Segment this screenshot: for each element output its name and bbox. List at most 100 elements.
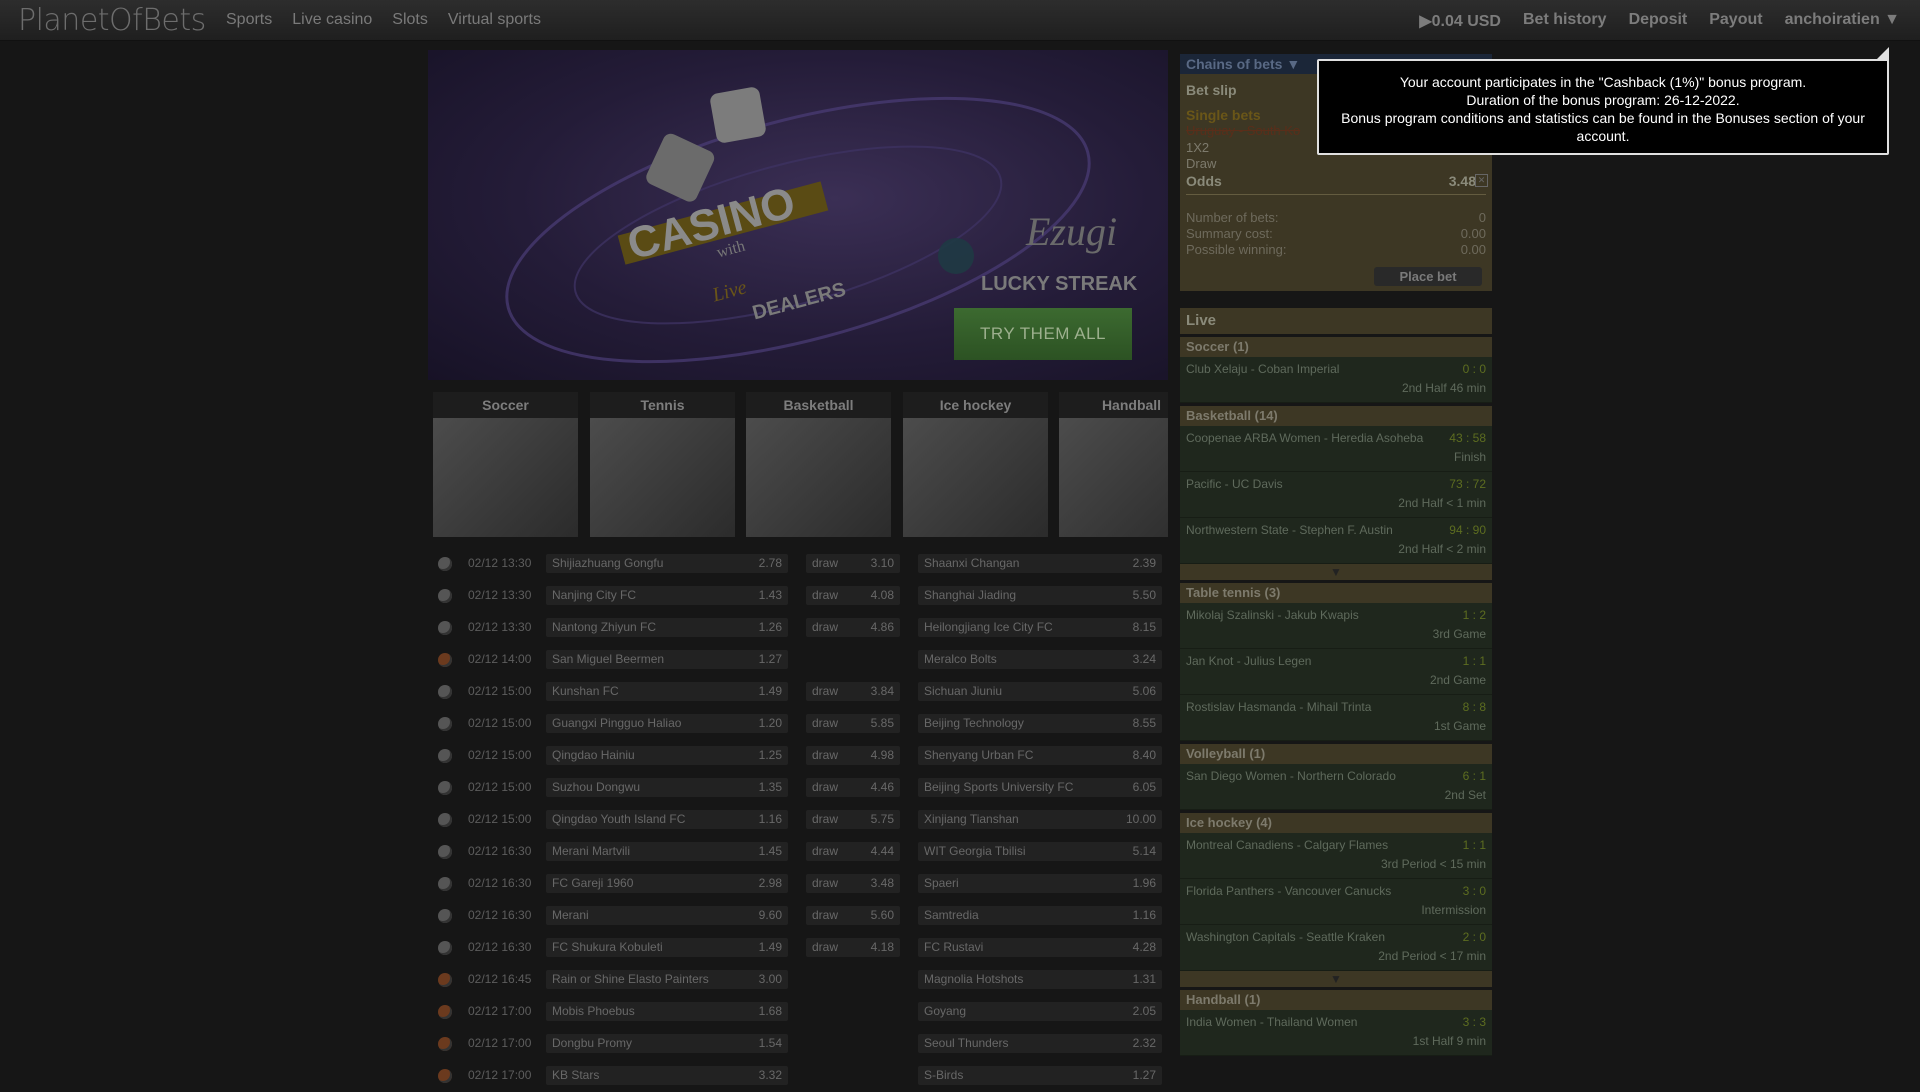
balance[interactable]: ▶0.04 USD <box>1419 11 1501 31</box>
tile-handball[interactable]: Handball <box>1059 392 1168 537</box>
match-time: 02/12 13:30 <box>468 588 532 602</box>
home-odds-button[interactable]: Mobis Phoebus 1.68 <box>546 1002 788 1021</box>
deposit-link[interactable]: Deposit <box>1629 11 1688 31</box>
home-odds-button[interactable]: Merani 9.60 <box>546 906 788 925</box>
brand-luckystreak: LUCKY STREAK <box>981 273 1138 295</box>
home-odds-button[interactable]: FC Shukura Kobuleti 1.49 <box>546 938 788 957</box>
live-category[interactable]: Ice hockey (4) <box>1180 813 1492 833</box>
live-match[interactable]: Jan Knot - Julius Legen 1 : 1 2nd Game <box>1180 649 1492 695</box>
draw-odds-button[interactable]: draw 3.84 <box>806 682 900 701</box>
away-odds-button[interactable]: FC Rustavi 4.28 <box>918 938 1162 957</box>
away-odds-button[interactable]: Sichuan Jiuniu 5.06 <box>918 682 1162 701</box>
away-odds-button[interactable]: Samtredia 1.16 <box>918 906 1162 925</box>
away-odds-button[interactable]: Seoul Thunders 2.32 <box>918 1034 1162 1053</box>
possible-winning-label: Possible winning: <box>1186 242 1287 257</box>
place-bet-button[interactable]: Place bet <box>1374 267 1482 286</box>
live-category[interactable]: Basketball (14) <box>1180 406 1492 426</box>
away-team: Shenyang Urban FC <box>924 748 1034 762</box>
home-odds-button[interactable]: KB Stars 3.32 <box>546 1066 788 1085</box>
draw-odds-button[interactable]: draw 4.08 <box>806 586 900 605</box>
live-match[interactable]: Club Xelaju - Coban Imperial 0 : 0 2nd Hal… <box>1180 357 1492 403</box>
match-time: 02/12 15:00 <box>468 716 532 730</box>
home-odds-button[interactable]: Rain or Shine Elasto Painters 3.00 <box>546 970 788 989</box>
home-odds-button[interactable]: Suzhou Dongwu 1.35 <box>546 778 788 797</box>
live-category[interactable]: Volleyball (1) <box>1180 744 1492 764</box>
live-match[interactable]: Rostislav Hasmanda - Mihail Trinta 8 : 8 1… <box>1180 695 1492 741</box>
live-category[interactable]: Handball (1) <box>1180 990 1492 1010</box>
soccer-ball-icon <box>438 557 452 571</box>
draw-odds-button[interactable]: draw 3.48 <box>806 874 900 893</box>
nav-sports[interactable]: Sports <box>226 11 272 29</box>
draw-odds-button[interactable]: draw 4.86 <box>806 618 900 637</box>
away-odds-button[interactable]: Meralco Bolts 3.24 <box>918 650 1162 669</box>
away-odds-button[interactable]: Shaanxi Changan 2.39 <box>918 554 1162 573</box>
live-match[interactable]: Washington Capitals - Seattle Kraken 2 : … <box>1180 925 1492 971</box>
home-odds-button[interactable]: Dongbu Promy 1.54 <box>546 1034 788 1053</box>
live-match[interactable]: India Women - Thailand Women 3 : 3 1st Hal… <box>1180 1010 1492 1056</box>
away-odds-button[interactable]: Xinjiang Tianshan 10.00 <box>918 810 1162 829</box>
live-match[interactable]: Coopenae ARBA Women - Heredia Asoheba 43 … <box>1180 426 1492 472</box>
draw-odds-button[interactable]: draw 3.10 <box>806 554 900 573</box>
tile-ice-hockey[interactable]: Ice hockey <box>903 392 1048 537</box>
close-icon[interactable]: ✕ <box>1475 174 1488 187</box>
home-odds-button[interactable]: Merani Martvili 1.45 <box>546 842 788 861</box>
away-odds-button[interactable]: Shanghai Jiading 5.50 <box>918 586 1162 605</box>
live-category[interactable]: Table tennis (3) <box>1180 583 1492 603</box>
live-category[interactable]: Soccer (1) <box>1180 337 1492 357</box>
away-odds-button[interactable]: WIT Georgia Tbilisi 5.14 <box>918 842 1162 861</box>
away-odds-button[interactable]: Beijing Technology 8.55 <box>918 714 1162 733</box>
home-odds-button[interactable]: San Miguel Beermen 1.27 <box>546 650 788 669</box>
live-title[interactable]: Live <box>1180 308 1492 334</box>
live-match[interactable]: Florida Panthers - Vancouver Canucks 3 : … <box>1180 879 1492 925</box>
casino-banner[interactable]: CASINO with Live DEALERS Ezugi LUCKY STR… <box>428 50 1168 380</box>
away-odds: 5.14 <box>1132 844 1156 858</box>
away-odds-button[interactable]: Shenyang Urban FC 8.40 <box>918 746 1162 765</box>
draw-odds-button[interactable]: draw 5.60 <box>806 906 900 925</box>
nav-live-casino[interactable]: Live casino <box>292 11 372 29</box>
home-odds-button[interactable]: Nanjing City FC 1.43 <box>546 586 788 605</box>
draw-odds-button[interactable]: draw 4.98 <box>806 746 900 765</box>
try-them-all-button[interactable]: TRY THEM ALL <box>954 308 1132 360</box>
nav-slots[interactable]: Slots <box>392 11 428 29</box>
home-odds-button[interactable]: Guangxi Pingguo Haliao 1.20 <box>546 714 788 733</box>
live-match[interactable]: San Diego Women - Northern Colorado 6 : 1… <box>1180 764 1492 810</box>
home-odds-button[interactable]: Nantong Zhiyun FC 1.26 <box>546 618 788 637</box>
tile-tennis[interactable]: Tennis <box>590 392 735 537</box>
home-odds-button[interactable]: FC Gareji 1960 2.98 <box>546 874 788 893</box>
draw-odds-button[interactable]: draw 4.18 <box>806 938 900 957</box>
bet-history-link[interactable]: Bet history <box>1523 11 1607 31</box>
away-odds-button[interactable]: Beijing Sports University FC 6.05 <box>918 778 1162 797</box>
nav-virtual-sports[interactable]: Virtual sports <box>448 11 541 29</box>
away-odds-button[interactable]: S-Birds 1.27 <box>918 1066 1162 1085</box>
home-odds-button[interactable]: Qingdao Hainiu 1.25 <box>546 746 788 765</box>
draw-odds-button[interactable]: draw 4.46 <box>806 778 900 797</box>
draw-odds-button[interactable]: draw 4.44 <box>806 842 900 861</box>
expand-arrow-icon[interactable]: ▼ <box>1180 971 1492 987</box>
draw-odds-button[interactable]: draw 5.75 <box>806 810 900 829</box>
site-logo[interactable]: PlanetOfBets <box>18 3 206 38</box>
away-odds-button[interactable]: Heilongjiang Ice City FC 8.15 <box>918 618 1162 637</box>
user-menu[interactable]: anchoiratien ▼ <box>1785 11 1900 31</box>
number-of-bets-label: Number of bets: <box>1186 210 1279 225</box>
tile-soccer[interactable]: Soccer <box>433 392 578 537</box>
home-odds-button[interactable]: Qingdao Youth Island FC 1.16 <box>546 810 788 829</box>
tile-basketball[interactable]: Basketball <box>746 392 891 537</box>
live-score: 43 : 58 <box>1449 431 1486 445</box>
away-odds-button[interactable]: Magnolia Hotshots 1.31 <box>918 970 1162 989</box>
home-odds: 9.60 <box>758 908 782 922</box>
home-odds-button[interactable]: Kunshan FC 1.49 <box>546 682 788 701</box>
away-team: Xinjiang Tianshan <box>924 812 1019 826</box>
single-bets-tab[interactable]: Single bets <box>1186 107 1261 123</box>
draw-odds-button[interactable]: draw 5.85 <box>806 714 900 733</box>
live-match[interactable]: Northwestern State - Stephen F. Austin 94… <box>1180 518 1492 564</box>
away-odds-button[interactable]: Spaeri 1.96 <box>918 874 1162 893</box>
live-match[interactable]: Pacific - UC Davis 73 : 72 2nd Half < 1 mi… <box>1180 472 1492 518</box>
live-match[interactable]: Montreal Canadiens - Calgary Flames 1 : 1… <box>1180 833 1492 879</box>
expand-arrow-icon[interactable]: ▼ <box>1180 564 1492 580</box>
payout-link[interactable]: Payout <box>1709 11 1762 31</box>
away-odds: 8.55 <box>1132 716 1156 730</box>
away-odds-button[interactable]: Goyang 2.05 <box>918 1002 1162 1021</box>
home-odds-button[interactable]: Shijiazhuang Gongfu 2.78 <box>546 554 788 573</box>
away-team: Samtredia <box>924 908 979 922</box>
live-match[interactable]: Mikolaj Szalinski - Jakub Kwapis 1 : 2 3rd… <box>1180 603 1492 649</box>
